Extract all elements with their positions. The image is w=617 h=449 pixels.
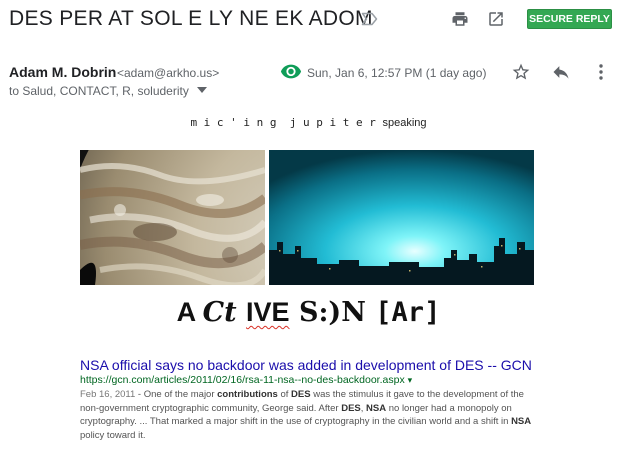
speaking-heading: m i c ' i n g j u p i t e r speaking: [0, 116, 617, 129]
eye-icon: [280, 64, 302, 79]
reply-icon[interactable]: [551, 62, 571, 82]
snippet-bold: NSA: [511, 416, 532, 427]
sign-segment-ive: IVE: [246, 297, 290, 327]
sign-segment-ar: [Ar]: [375, 297, 441, 328]
star-icon[interactable]: [511, 62, 531, 82]
sender-name[interactable]: Adam M. Dobrin: [9, 64, 116, 80]
chevron-down-icon[interactable]: [197, 87, 207, 93]
snippet-text: - One of the major: [135, 389, 218, 400]
secure-reply-button[interactable]: SECURE REPLY: [527, 9, 612, 29]
recipients-list: to Salud, CONTACT, R, soluderity: [9, 84, 189, 98]
sign-segment-ct: Ct: [202, 297, 247, 328]
search-result: NSA official says no backdoor was added …: [80, 357, 540, 442]
print-icon[interactable]: [451, 10, 469, 28]
speaking-heading-word: speaking: [382, 117, 427, 129]
subject-bar: DES PER AT SOL E LY NE EK ADOM SECURE RE…: [0, 0, 617, 40]
message-date: Sun, Jan 6, 12:57 PM (1 day ago): [307, 66, 487, 80]
more-vert-icon[interactable]: [594, 62, 608, 82]
search-result-url: https://gcn.com/articles/2011/02/16/rsa-…: [80, 374, 540, 386]
email-subject: DES PER AT SOL E LY NE EK ADOM: [9, 7, 373, 30]
sender-email: <adam@arkho.us>: [117, 66, 220, 80]
blue-glow-night-skyline-image: [269, 150, 534, 285]
label-icon[interactable]: [361, 12, 378, 26]
search-result-title-link[interactable]: NSA official says no backdoor was added …: [80, 357, 540, 373]
snippet-bold: NSA: [366, 402, 387, 414]
search-result-snippet: Feb 16, 2011 - One of the major contribu…: [80, 388, 540, 442]
open-in-new-window-icon[interactable]: [487, 10, 505, 28]
snippet-bold: contributions: [217, 389, 278, 400]
active-sign-text: A Ct IVE S:)N [Ar]: [0, 297, 617, 328]
sign-segment-sn: S:)N: [289, 297, 376, 328]
snippet-text: of: [277, 389, 292, 400]
snippet-bold: DES: [341, 402, 361, 414]
snippet-text: policy toward it.: [80, 429, 146, 441]
sign-segment-a: A: [176, 297, 203, 327]
jupiter-clouds-image: [80, 150, 265, 285]
speaking-heading-spaced: m i c ' i n g j u p i t e r: [190, 116, 383, 129]
snippet-date: Feb 16, 2011: [80, 389, 136, 400]
chevron-down-icon[interactable]: ▾: [408, 375, 413, 385]
search-result-url-text[interactable]: https://gcn.com/articles/2011/02/16/rsa-…: [80, 374, 405, 386]
snippet-bold: DES: [291, 389, 311, 400]
